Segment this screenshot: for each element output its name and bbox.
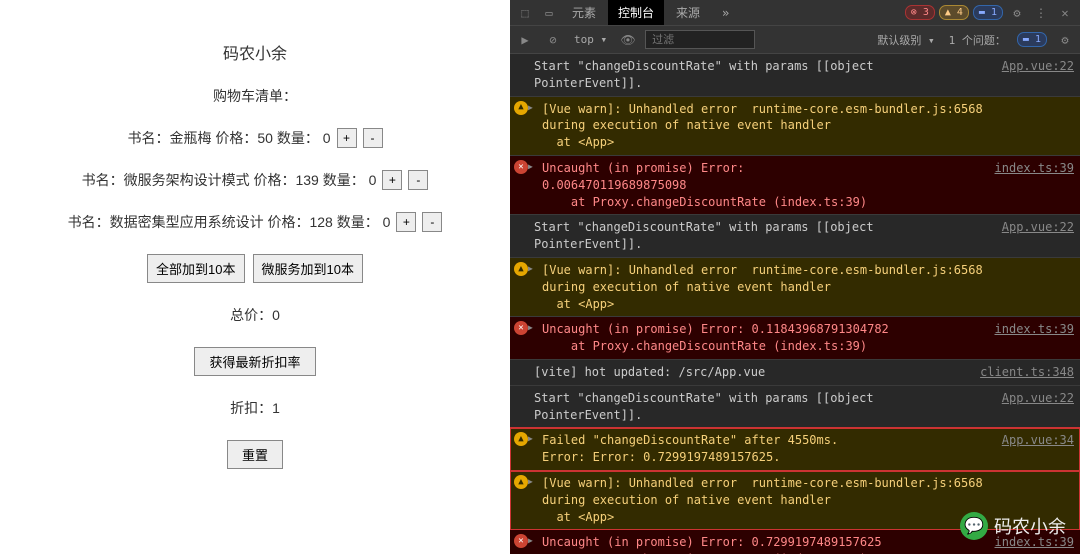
error-icon: ✕ [514, 321, 528, 335]
tab-more[interactable]: » [712, 2, 739, 24]
device-icon[interactable]: ▭ [538, 2, 560, 24]
wechat-icon: 💬 [960, 512, 988, 540]
sidebar-icon[interactable]: ▶ [514, 29, 536, 51]
minus-button[interactable]: - [422, 212, 442, 232]
add-all-button[interactable]: 全部加到10本 [147, 254, 244, 283]
minus-button[interactable]: - [363, 128, 383, 148]
console-log-warn[interactable]: ▲▶ [Vue warn]: Unhandled error runtime-co… [510, 258, 1080, 317]
eye-icon[interactable]: 👁 [617, 29, 639, 51]
log-message: Start "changeDiscountRate" with params [… [534, 219, 994, 253]
gear-icon[interactable]: ⚙ [1054, 29, 1076, 51]
expand-icon[interactable]: ▶ [528, 433, 533, 444]
book-row-0: 书名：金瓶梅 价格：50 数量： 0 + - [127, 128, 382, 148]
error-badge[interactable]: ⊗ 3 [905, 5, 935, 20]
watermark: 💬 码农小余 [960, 512, 1066, 540]
issues-label: 1 个问题： [945, 32, 1010, 48]
console-toolbar: ▶ ⊘ top ▾ 👁 默认级别 ▾ 1 个问题： ▬ 1 ⚙ [510, 26, 1080, 54]
log-message: Uncaught (in promise) Error: 0.006470119… [542, 160, 987, 210]
info-badge[interactable]: ▬ 1 [973, 5, 1003, 20]
console-log-info[interactable]: Start "changeDiscountRate" with params [… [510, 386, 1080, 429]
context-select[interactable]: top ▾ [570, 33, 611, 46]
tab-elements[interactable]: 元素 [562, 0, 606, 25]
warn-icon: ▲ [514, 101, 528, 115]
log-source-link[interactable]: client.ts:348 [972, 364, 1074, 381]
expand-icon[interactable]: ▶ [528, 322, 533, 333]
warn-badge[interactable]: ▲ 4 [939, 5, 969, 20]
reset-button[interactable]: 重置 [227, 440, 283, 469]
console-log-info[interactable]: [vite] hot updated: /src/App.vueclient.t… [510, 360, 1080, 386]
clear-icon[interactable]: ⊘ [542, 29, 564, 51]
add-micro-button[interactable]: 微服务加到10本 [253, 254, 363, 283]
log-source-link[interactable]: App.vue:22 [994, 58, 1074, 92]
console-log-info[interactable]: Start "changeDiscountRate" with params [… [510, 54, 1080, 97]
devtools-tabs: ⬚ ▭ 元素 控制台 来源 » ⊗ 3 ▲ 4 ▬ 1 ⚙ ⋮ ✕ [510, 0, 1080, 26]
log-message: Uncaught (in promise) Error: 0.118439687… [542, 321, 987, 355]
warn-icon: ▲ [514, 262, 528, 276]
get-discount-button[interactable]: 获得最新折扣率 [194, 347, 315, 376]
book-row-2: 书名：数据密集型应用系统设计 价格：128 数量： 0 + - [68, 212, 443, 232]
warn-icon: ▲ [514, 475, 528, 489]
devtools-panel: ⬚ ▭ 元素 控制台 来源 » ⊗ 3 ▲ 4 ▬ 1 ⚙ ⋮ ✕ ▶ ⊘ to… [510, 0, 1080, 554]
app-title: 码农小余 [223, 40, 287, 64]
book-label: 书名：金瓶梅 价格：50 数量： 0 [127, 128, 330, 148]
issues-badge[interactable]: ▬ 1 [1017, 32, 1047, 47]
plus-button[interactable]: + [396, 212, 416, 232]
inspect-icon[interactable]: ⬚ [514, 2, 536, 24]
log-message: Failed "changeDiscountRate" after 4550ms… [542, 432, 994, 466]
console-log-error[interactable]: ✕▶ Uncaught (in promise) Error: 0.1184396… [510, 317, 1080, 360]
console-log-info[interactable]: Start "changeDiscountRate" with params [… [510, 215, 1080, 258]
console-log-error[interactable]: ✕▶ Uncaught (in promise) Error: 0.0064701… [510, 156, 1080, 215]
discount-label: 折扣：1 [230, 398, 280, 418]
tab-sources[interactable]: 来源 [666, 0, 710, 25]
expand-icon[interactable]: ▶ [528, 535, 533, 546]
tab-console[interactable]: 控制台 [608, 0, 664, 25]
expand-icon[interactable]: ▶ [528, 263, 533, 274]
book-row-1: 书名：微服务架构设计模式 价格：139 数量： 0 + - [82, 170, 429, 190]
expand-icon[interactable]: ▶ [528, 102, 533, 113]
watermark-text: 码农小余 [994, 513, 1066, 539]
total-price: 总价：0 [230, 305, 280, 325]
filter-input[interactable] [645, 30, 755, 49]
plus-button[interactable]: + [382, 170, 402, 190]
level-select[interactable]: 默认级别 ▾ [873, 32, 938, 48]
log-source-link[interactable]: index.ts:39 [987, 321, 1074, 355]
log-message: Start "changeDiscountRate" with params [… [534, 390, 994, 424]
app-panel: 码农小余 购物车清单： 书名：金瓶梅 价格：50 数量： 0 + - 书名：微服… [0, 0, 510, 554]
log-message: Start "changeDiscountRate" with params [… [534, 58, 994, 92]
warn-icon: ▲ [514, 432, 528, 446]
log-message: Uncaught (in promise) Error: 0.729919748… [542, 534, 987, 554]
log-source-link[interactable]: App.vue:22 [994, 219, 1074, 253]
log-source-link[interactable]: index.ts:39 [987, 160, 1074, 210]
cart-title: 购物车清单： [213, 86, 297, 106]
log-message: [Vue warn]: Unhandled error runtime-core… [542, 101, 1074, 151]
log-message: [vite] hot updated: /src/App.vue [534, 364, 972, 381]
log-source-link[interactable]: App.vue:34 [994, 432, 1074, 466]
close-icon[interactable]: ✕ [1054, 2, 1076, 24]
error-icon: ✕ [514, 534, 528, 548]
book-label: 书名：微服务架构设计模式 价格：139 数量： 0 [82, 170, 377, 190]
minus-button[interactable]: - [408, 170, 428, 190]
log-message: [Vue warn]: Unhandled error runtime-core… [542, 262, 1074, 312]
console-log-warn[interactable]: ▲▶ Failed "changeDiscountRate" after 4550… [510, 428, 1080, 471]
book-label: 书名：数据密集型应用系统设计 价格：128 数量： 0 [68, 212, 391, 232]
plus-button[interactable]: + [337, 128, 357, 148]
console-log-warn[interactable]: ▲▶ [Vue warn]: Unhandled error runtime-co… [510, 97, 1080, 156]
gear-icon[interactable]: ⚙ [1006, 2, 1028, 24]
expand-icon[interactable]: ▶ [528, 476, 533, 487]
kebab-icon[interactable]: ⋮ [1030, 2, 1052, 24]
expand-icon[interactable]: ▶ [528, 161, 533, 172]
console-body: Start "changeDiscountRate" with params [… [510, 54, 1080, 554]
error-icon: ✕ [514, 160, 528, 174]
log-source-link[interactable]: App.vue:22 [994, 390, 1074, 424]
action-row: 全部加到10本 微服务加到10本 [147, 254, 363, 283]
